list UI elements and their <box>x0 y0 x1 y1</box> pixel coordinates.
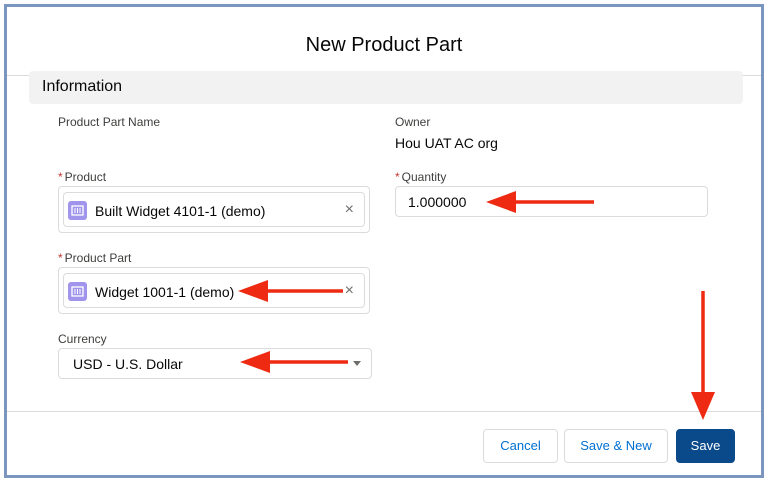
product-pill[interactable]: Built Widget 4101-1 (demo) × <box>63 192 365 227</box>
cancel-button[interactable]: Cancel <box>483 429 558 463</box>
product-label-text: Product <box>64 170 107 184</box>
save-button[interactable]: Save <box>676 429 735 463</box>
product-part-pill-label: Widget 1001-1 (demo) <box>95 284 235 300</box>
currency-select[interactable]: USD - U.S. Dollar <box>58 348 372 379</box>
owner-label: Owner <box>395 115 431 129</box>
quantity-input[interactable]: 1.000000 <box>395 186 708 217</box>
footer-divider <box>7 411 761 412</box>
product-lookup[interactable]: Built Widget 4101-1 (demo) × <box>58 186 370 233</box>
product-part-pill[interactable]: Widget 1001-1 (demo) × <box>63 273 365 308</box>
modal-title: New Product Part <box>305 34 463 56</box>
required-marker: * <box>395 170 400 184</box>
owner-value[interactable]: Hou UAT AC org <box>395 135 498 151</box>
currency-value: USD - U.S. Dollar <box>73 356 183 372</box>
required-marker: * <box>58 251 63 265</box>
modal-dialog: New Product Part Information Product Par… <box>4 4 764 478</box>
product-part-name-label: Product Part Name <box>58 115 161 129</box>
quantity-label-text: Quantity <box>401 170 447 184</box>
section-header-information[interactable]: Information <box>29 71 743 104</box>
product-record-icon <box>68 201 87 220</box>
quantity-label: * Quantity <box>395 170 446 184</box>
chevron-down-icon <box>353 361 361 366</box>
section-title: Information <box>42 78 123 95</box>
close-icon[interactable]: × <box>345 282 354 300</box>
required-marker: * <box>58 170 63 184</box>
product-part-lookup[interactable]: Widget 1001-1 (demo) × <box>58 267 370 314</box>
quantity-value: 1.000000 <box>408 194 467 210</box>
currency-label: Currency <box>58 332 107 346</box>
product-label: * Product <box>58 170 106 184</box>
product-part-label: * Product Part <box>58 251 131 265</box>
product-part-record-icon <box>68 282 87 301</box>
save-and-new-button[interactable]: Save & New <box>564 429 668 463</box>
product-pill-label: Built Widget 4101-1 (demo) <box>95 203 266 219</box>
product-part-label-text: Product Part <box>64 251 132 265</box>
close-icon[interactable]: × <box>345 201 354 219</box>
